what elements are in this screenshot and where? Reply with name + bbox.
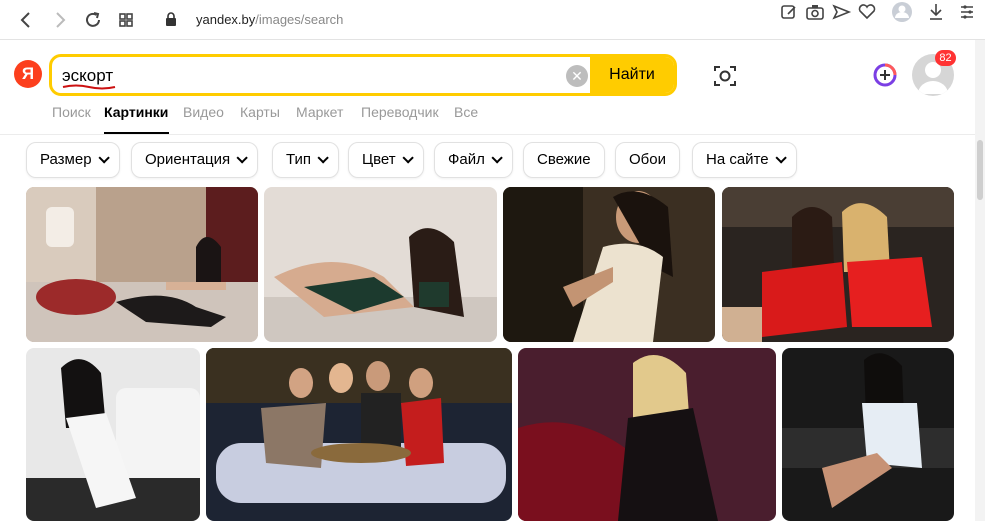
chevron-down-icon	[775, 152, 787, 164]
send-icon[interactable]	[830, 0, 852, 24]
menu-icon[interactable]	[956, 0, 978, 24]
image-result[interactable]	[26, 348, 200, 521]
browser-toolbar: yandex.by/images/search	[0, 0, 985, 40]
chevron-down-icon	[98, 152, 110, 164]
chevron-down-icon	[491, 152, 503, 164]
search-input[interactable]	[62, 63, 542, 89]
image-thumbnail	[206, 348, 512, 521]
lock-icon	[166, 12, 176, 26]
filter-label: Свежие	[537, 151, 591, 168]
service-all[interactable]: Все	[454, 104, 478, 120]
filter-label: Обои	[629, 151, 666, 168]
filter-label: Тип	[286, 151, 312, 168]
chevron-down-icon	[236, 152, 248, 164]
image-thumbnail	[722, 187, 954, 342]
filter-wallpapers[interactable]: Обои	[615, 142, 680, 178]
image-result[interactable]	[264, 187, 497, 342]
clear-icon[interactable]: ✕	[566, 65, 588, 87]
back-icon[interactable]	[14, 8, 38, 32]
yandex-plus-icon[interactable]	[873, 63, 897, 87]
yandex-logo[interactable]: Я	[14, 60, 42, 88]
tabs-grid-icon[interactable]	[114, 8, 138, 32]
scrollbar-thumb[interactable]	[977, 140, 983, 200]
service-translate[interactable]: Переводчик	[361, 104, 439, 120]
image-thumbnail	[26, 187, 258, 342]
search-form: ✕ Найти	[49, 54, 677, 96]
filter-color[interactable]: Цвет	[348, 142, 424, 178]
service-search[interactable]: Поиск	[52, 104, 91, 120]
image-thumbnail	[518, 348, 776, 521]
page-scrollbar[interactable]	[975, 40, 985, 521]
url-host: yandex.by	[196, 12, 256, 27]
yandex-header: Я ✕ Найти 82 Поиск Картинки Видео Карты …	[0, 40, 985, 135]
image-thumbnail	[503, 187, 715, 342]
filter-label: На сайте	[706, 151, 769, 168]
address-bar[interactable]: yandex.by/images/search	[196, 10, 343, 30]
filter-on-site[interactable]: На сайте	[692, 142, 797, 178]
active-tab-indicator	[104, 132, 169, 134]
search-button[interactable]: Найти	[590, 57, 674, 93]
image-result[interactable]	[503, 187, 715, 342]
image-result[interactable]	[26, 187, 258, 342]
profile-icon[interactable]	[891, 0, 913, 24]
image-result[interactable]	[206, 348, 512, 521]
image-result[interactable]	[722, 187, 954, 342]
filter-orientation[interactable]: Ориентация	[131, 142, 259, 178]
download-icon[interactable]	[925, 0, 947, 24]
filter-fresh[interactable]: Свежие	[523, 142, 605, 178]
filter-file[interactable]: Файл	[434, 142, 513, 178]
image-thumbnail	[782, 348, 954, 521]
image-thumbnail	[264, 187, 497, 342]
service-images[interactable]: Картинки	[104, 104, 168, 120]
filter-type[interactable]: Тип	[272, 142, 340, 178]
image-result[interactable]	[782, 348, 954, 521]
url-path: /images/search	[255, 12, 344, 27]
image-thumbnail	[26, 348, 200, 521]
filter-label: Цвет	[362, 151, 396, 168]
notification-badge: 82	[935, 50, 956, 66]
edit-icon[interactable]	[778, 0, 800, 24]
image-search-icon[interactable]	[711, 62, 739, 90]
service-video[interactable]: Видео	[183, 104, 224, 120]
service-market[interactable]: Маркет	[296, 104, 343, 120]
filter-label: Файл	[448, 151, 485, 168]
filter-size[interactable]: Размер	[26, 142, 120, 178]
forward-icon[interactable]	[48, 8, 72, 32]
heart-icon[interactable]	[856, 0, 878, 24]
camera-icon[interactable]	[804, 0, 826, 24]
chevron-down-icon	[402, 152, 414, 164]
filter-label: Ориентация	[145, 151, 231, 168]
spellcheck-underline	[62, 84, 116, 90]
image-result[interactable]	[518, 348, 776, 521]
service-maps[interactable]: Карты	[240, 104, 280, 120]
chevron-down-icon	[317, 152, 329, 164]
filter-label: Размер	[40, 151, 92, 168]
reload-icon[interactable]	[81, 8, 105, 32]
